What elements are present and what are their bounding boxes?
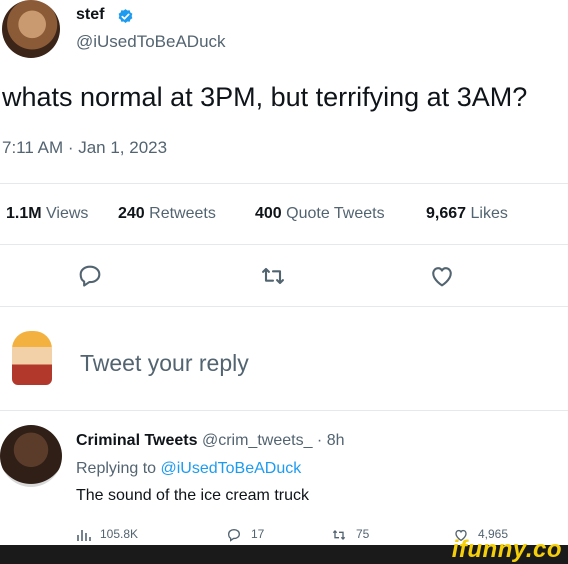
reply-views[interactable]: 105.8K	[76, 527, 138, 545]
views-stat[interactable]: 1.1M Views	[6, 205, 88, 223]
reply-time[interactable]: · 8h	[317, 432, 345, 449]
views-count: 1.1M	[6, 205, 42, 222]
current-user-avatar[interactable]	[12, 331, 52, 385]
divider	[0, 306, 568, 307]
retweet-icon[interactable]	[259, 262, 287, 290]
reply-header: Criminal Tweets @crim_tweets_ · 8h	[76, 432, 345, 450]
reply-views-count: 105.8K	[100, 527, 139, 541]
reply-author-handle[interactable]: @crim_tweets_	[202, 432, 313, 449]
reply-author-avatar[interactable]	[0, 425, 62, 487]
replying-to-prefix: Replying to	[76, 460, 157, 477]
divider	[0, 410, 568, 411]
reply-author-name[interactable]: Criminal Tweets	[76, 432, 198, 449]
replying-to-line: Replying to @iUsedToBeADuck	[76, 460, 301, 478]
author-name[interactable]: stef	[76, 6, 104, 24]
reply-replies-count: 17	[251, 527, 265, 542]
likes-stat[interactable]: 9,667 Likes	[426, 205, 508, 223]
likes-label: Likes	[470, 205, 508, 222]
divider	[0, 183, 568, 184]
replying-to-mention[interactable]: @iUsedToBeADuck	[161, 460, 302, 477]
author-handle[interactable]: @iUsedToBeADuck	[76, 32, 226, 52]
retweet-icon	[332, 530, 346, 540]
reply-icon[interactable]	[76, 262, 104, 290]
reply-retweets-count: 75	[356, 527, 370, 542]
divider	[0, 244, 568, 245]
views-label: Views	[46, 205, 89, 222]
quotes-stat[interactable]: 400 Quote Tweets	[255, 205, 385, 223]
like-icon[interactable]	[428, 262, 456, 290]
reply-retweets[interactable]: 75	[330, 527, 369, 545]
retweets-label: Retweets	[149, 205, 216, 222]
reply-text: The sound of the ice cream truck	[76, 487, 309, 504]
analytics-icon	[77, 529, 91, 541]
retweets-stat[interactable]: 240 Retweets	[118, 205, 216, 223]
quotes-count: 400	[255, 205, 282, 222]
reply-input[interactable]: Tweet your reply	[80, 350, 249, 377]
reply-icon	[227, 528, 241, 542]
tweet-text: whats normal at 3PM, but terrifying at 3…	[2, 82, 528, 112]
verified-badge-icon	[118, 9, 133, 23]
likes-count: 9,667	[426, 205, 467, 222]
ifunny-watermark: ifunny.co	[451, 536, 562, 563]
retweets-count: 240	[118, 205, 145, 222]
quotes-label: Quote Tweets	[286, 205, 385, 222]
reply-replies[interactable]: 17	[225, 527, 264, 545]
author-avatar[interactable]	[2, 0, 60, 58]
tweet-timestamp[interactable]: 7:11 AM · Jan 1, 2023	[2, 138, 167, 158]
